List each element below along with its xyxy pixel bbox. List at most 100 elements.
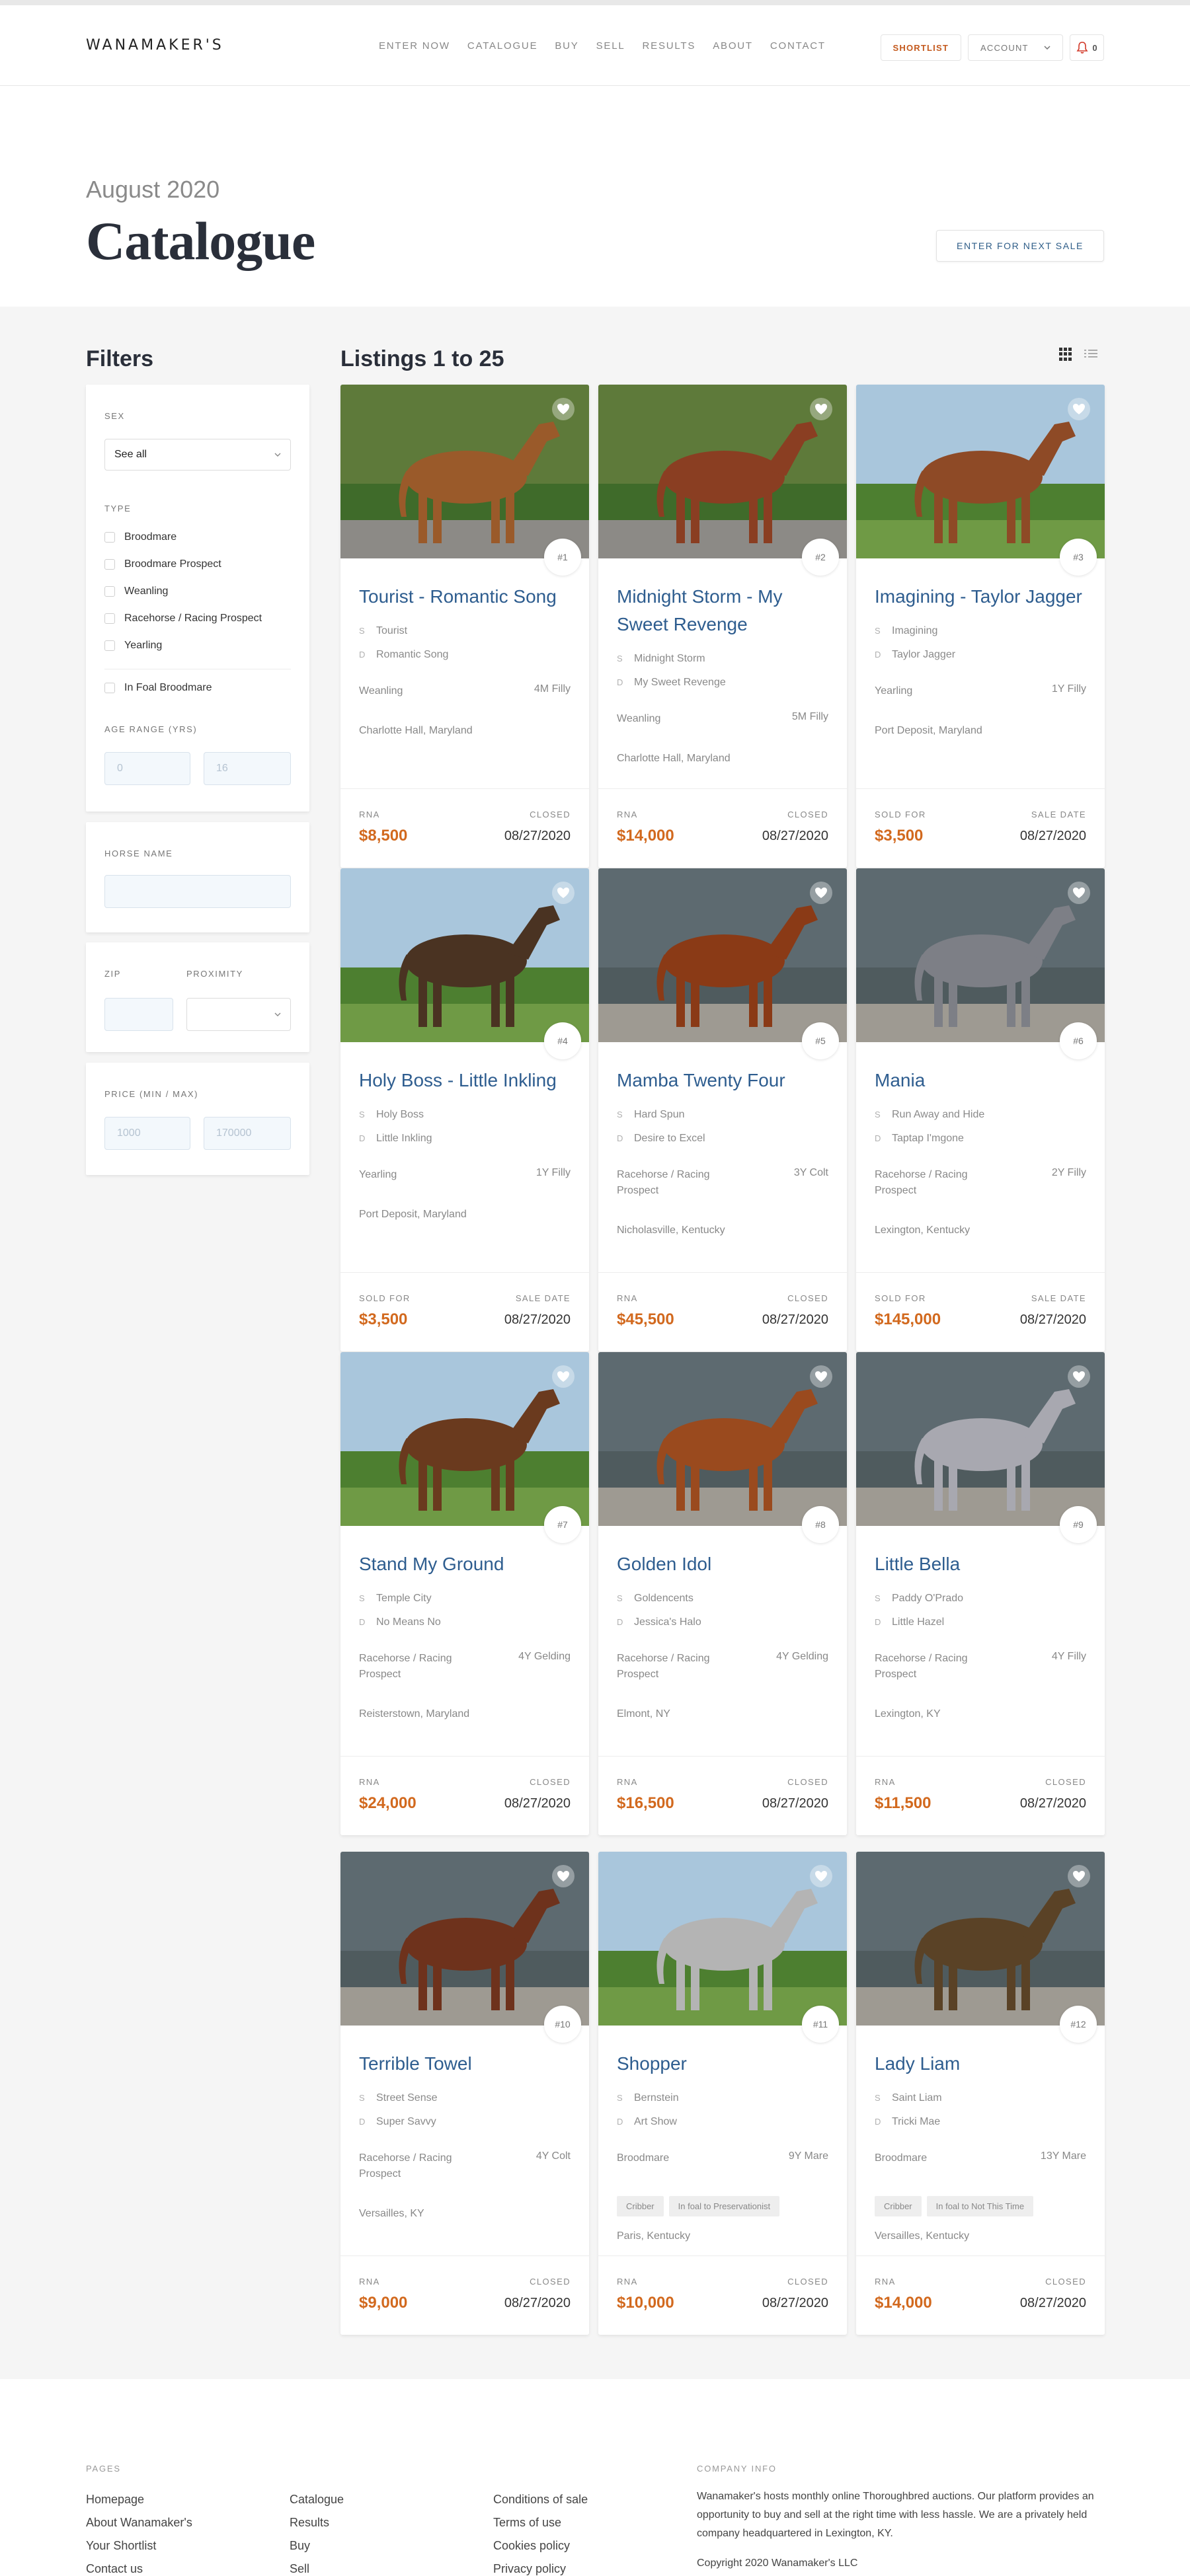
checkbox[interactable] [104,613,115,624]
checkbox[interactable] [104,586,115,597]
footer-link-results[interactable]: Results [290,2516,329,2530]
listing-card[interactable]: #2 Midnight Storm - My Sweet Revenge S Midn… [598,385,847,868]
listing-card[interactable]: #7 Stand My Ground S Temple City D No Means N… [340,1352,589,1835]
listing-card[interactable]: #10 Terrible Towel S Street Sense D Super Sav… [340,1852,589,2335]
enter-next-sale-button[interactable]: ENTER FOR NEXT SALE [936,230,1104,262]
listing-title[interactable]: Shopper [617,2050,828,2078]
notifications-button[interactable]: 0 [1070,34,1104,61]
account-dropdown[interactable]: ACCOUNT [968,34,1063,61]
shortlist-button[interactable]: SHORTLIST [880,34,961,61]
type-checkbox-yearling[interactable]: Yearling [104,640,162,652]
nav-about[interactable]: ABOUT [713,40,753,52]
horse-photo[interactable] [856,868,1105,1042]
listing-card[interactable]: #1 Tourist - Romantic Song S Tourist D Romant… [340,385,589,868]
heart-icon[interactable] [810,1865,832,1887]
grid-view-icon[interactable] [1059,348,1072,361]
heart-icon[interactable] [1068,1865,1090,1887]
footer-link-terms[interactable]: Terms of use [493,2516,561,2530]
date-label: CLOSED [787,2277,828,2287]
list-view-icon[interactable] [1084,348,1097,361]
nav-contact[interactable]: CONTACT [770,40,826,52]
listing-title[interactable]: Mamba Twenty Four [617,1067,828,1094]
price-min-input[interactable]: 1000 [104,1117,190,1150]
zip-input[interactable] [104,998,173,1031]
listing-title[interactable]: Golden Idol [617,1550,828,1578]
footer-link-homepage[interactable]: Homepage [86,2493,144,2507]
nav-results[interactable]: RESULTS [643,40,696,52]
nav-enter-now[interactable]: ENTER NOW [379,40,450,52]
horse-photo[interactable] [856,1352,1105,1526]
nav-sell[interactable]: SELL [596,40,625,52]
lot-number: #2 [802,539,839,576]
location: Elmont, NY [617,1708,670,1720]
heart-icon[interactable] [1068,1365,1090,1388]
listing-card[interactable]: #8 Golden Idol S Goldencents D Jessica's Halo… [598,1352,847,1835]
footer-link-privacy[interactable]: Privacy policy [493,2562,566,2576]
proximity-select[interactable] [186,998,291,1031]
footer-link-about[interactable]: About Wanamaker's [86,2516,192,2530]
footer-link-contact[interactable]: Contact us [86,2562,143,2576]
listing-card[interactable]: #3 Imagining - Taylor Jagger S Imagining D Ta… [856,385,1105,868]
listing-title[interactable]: Holy Boss - Little Inkling [359,1067,571,1094]
nav-buy[interactable]: BUY [555,40,578,52]
listing-title[interactable]: Terrible Towel [359,2050,571,2078]
listing-card[interactable]: #4 Holy Boss - Little Inkling S Holy Boss D L… [340,868,589,1351]
heart-icon[interactable] [552,1865,575,1887]
horse-photo[interactable] [340,1352,589,1526]
type-checkbox-racehorse[interactable]: Racehorse / Racing Prospect [104,613,262,625]
heart-icon[interactable] [552,1365,575,1388]
listing-title[interactable]: Lady Liam [875,2050,1086,2078]
checkbox[interactable] [104,559,115,570]
listing-title[interactable]: Imagining - Taylor Jagger [875,583,1086,611]
footer-link-cookies[interactable]: Cookies policy [493,2539,570,2553]
footer-link-buy[interactable]: Buy [290,2539,310,2553]
sex-select[interactable]: See all [104,439,291,471]
heart-icon[interactable] [552,398,575,420]
heart-icon[interactable] [1068,882,1090,904]
sire: S Bernstein [617,2086,679,2110]
listing-card[interactable]: #9 Little Bella S Paddy O'Prado D Little Haze… [856,1352,1105,1835]
horse-photo[interactable] [856,1852,1105,2026]
age-max-input[interactable]: 16 [204,752,291,785]
listing-card[interactable]: #6 Mania S Run Away and Hide D Taptap I'mgone… [856,868,1105,1351]
checkbox[interactable] [104,683,115,693]
in-foal-checkbox[interactable]: In Foal Broodmare [104,682,212,694]
footer-link-conditions[interactable]: Conditions of sale [493,2493,588,2507]
footer-link-sell[interactable]: Sell [290,2562,309,2576]
checkbox[interactable] [104,532,115,543]
footer-link-shortlist[interactable]: Your Shortlist [86,2539,156,2553]
listing-title[interactable]: Mania [875,1067,1086,1094]
price-max-input[interactable]: 170000 [204,1117,291,1150]
listing-card[interactable]: #11 Shopper S Bernstein D Art Show Broodmare 9Y… [598,1852,847,2335]
notification-count: 0 [1092,42,1097,53]
listing-card[interactable]: #12 Lady Liam S Saint Liam D Tricki Mae Broodm… [856,1852,1105,2335]
horse-photo[interactable] [340,1852,589,2026]
horse-name-input[interactable] [104,875,291,908]
listing-title[interactable]: Stand My Ground [359,1550,571,1578]
horse-photo[interactable] [598,868,847,1042]
type-option-label: Weanling [124,586,169,597]
type-checkbox-broodmare-prospect[interactable]: Broodmare Prospect [104,558,221,570]
listing-card[interactable]: #5 Mamba Twenty Four S Hard Spun D Desire to … [598,868,847,1351]
heart-icon[interactable] [1068,398,1090,420]
age-min-input[interactable]: 0 [104,752,190,785]
site-logo[interactable]: WANAMAKER'S [86,37,224,54]
horse-photo[interactable] [598,1352,847,1526]
horse-photo[interactable] [340,385,589,558]
nav-catalogue[interactable]: CATALOGUE [467,40,538,52]
horse-photo[interactable] [598,1852,847,2026]
type-checkbox-broodmare[interactable]: Broodmare [104,531,177,543]
heart-icon[interactable] [552,882,575,904]
heart-icon[interactable] [810,882,832,904]
horse-photo[interactable] [856,385,1105,558]
checkbox[interactable] [104,640,115,651]
listing-title[interactable]: Midnight Storm - My Sweet Revenge [617,583,828,638]
listing-title[interactable]: Tourist - Romantic Song [359,583,571,611]
heart-icon[interactable] [810,398,832,420]
horse-photo[interactable] [598,385,847,558]
listing-title[interactable]: Little Bella [875,1550,1086,1578]
heart-icon[interactable] [810,1365,832,1388]
type-checkbox-weanling[interactable]: Weanling [104,586,168,597]
footer-link-catalogue[interactable]: Catalogue [290,2493,344,2507]
horse-photo[interactable] [340,868,589,1042]
